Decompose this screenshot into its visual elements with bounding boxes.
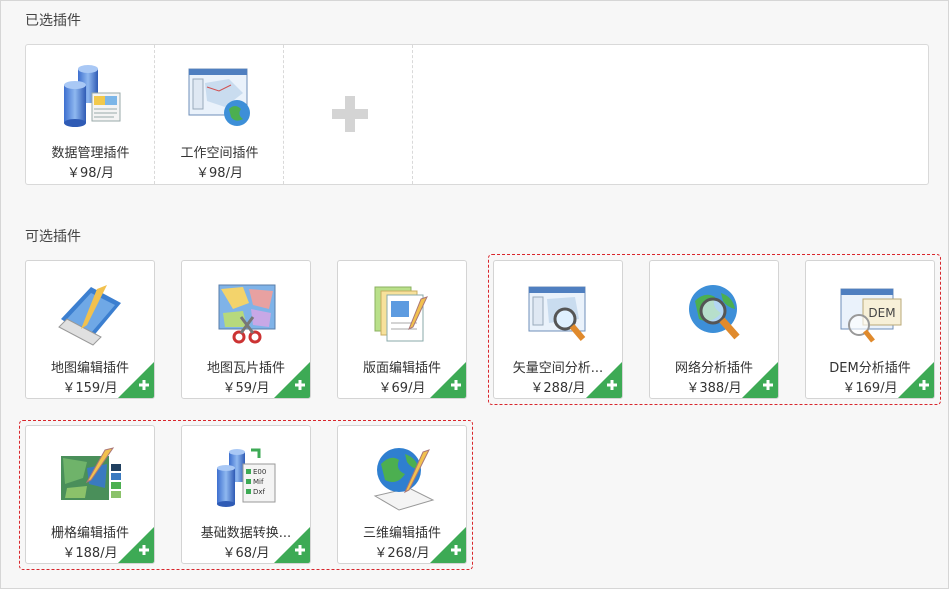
selected-plugins-box: 数据管理插件 ￥98/月 工作空间插件 ￥98/月 — [25, 44, 929, 185]
layout-edit-icon — [374, 286, 428, 342]
dem-analysis-icon: DEM — [840, 288, 902, 343]
plugin-card-vector-analysis[interactable]: 矢量空间分析... ￥288/月 — [493, 260, 623, 399]
plugin-price: ￥98/月 — [67, 166, 114, 181]
network-analysis-icon — [689, 285, 740, 340]
add-icon[interactable] — [118, 527, 154, 563]
map-tile-icon — [218, 284, 276, 344]
svg-text:Mif: Mif — [253, 478, 264, 486]
raster-edit-icon — [61, 447, 121, 500]
plugin-card-layout-edit[interactable]: 版面编辑插件 ￥69/月 — [337, 260, 467, 399]
add-icon[interactable] — [274, 362, 310, 398]
add-icon[interactable] — [118, 362, 154, 398]
vector-analysis-icon — [528, 286, 586, 341]
workspace-map-icon — [188, 68, 250, 126]
selected-plugin-data-management[interactable]: 数据管理插件 ￥98/月 — [26, 45, 155, 184]
data-convert-icon: E00 Mif Dxf — [217, 448, 276, 507]
plugin-panel: 已选插件 数据管理插件 ￥98/月 工作空间插件 ￥98/月 可选插件 地图编辑… — [0, 0, 949, 589]
plugin-card-map-edit[interactable]: 地图编辑插件 ￥159/月 — [25, 260, 155, 399]
add-icon[interactable] — [898, 362, 934, 398]
plugin-name: 数据管理插件 — [51, 146, 130, 161]
add-icon[interactable] — [430, 362, 466, 398]
plugin-card-3d-edit[interactable]: 三维编辑插件 ￥268/月 — [337, 425, 467, 564]
plugin-price: ￥98/月 — [196, 166, 243, 181]
selected-section-title: 已选插件 — [25, 13, 81, 29]
plugin-card-data-convert[interactable]: E00 Mif Dxf 基础数据转换... ￥68/月 — [181, 425, 311, 564]
database-icon — [64, 65, 121, 127]
add-icon[interactable] — [586, 362, 622, 398]
plugin-card-map-tile[interactable]: 地图瓦片插件 ￥59/月 — [181, 260, 311, 399]
add-icon[interactable] — [742, 362, 778, 398]
add-plugin-slot[interactable] — [284, 45, 413, 184]
map-edit-icon — [58, 285, 121, 346]
plugin-card-dem-analysis[interactable]: DEM DEM分析插件 ￥169/月 — [805, 260, 935, 399]
plugin-name: 工作空间插件 — [180, 146, 259, 161]
add-icon[interactable] — [430, 527, 466, 563]
selected-plugin-workspace[interactable]: 工作空间插件 ￥98/月 — [155, 45, 284, 184]
svg-text:Dxf: Dxf — [253, 488, 266, 496]
plugin-card-network-analysis[interactable]: 网络分析插件 ￥388/月 — [649, 260, 779, 399]
plugin-card-raster-edit[interactable]: 栅格编辑插件 ￥188/月 — [25, 425, 155, 564]
add-icon[interactable] — [274, 527, 310, 563]
optional-section-title: 可选插件 — [25, 229, 81, 245]
globe-edit-icon — [373, 448, 435, 511]
svg-text:E00: E00 — [253, 468, 266, 476]
svg-text:DEM: DEM — [868, 306, 895, 320]
